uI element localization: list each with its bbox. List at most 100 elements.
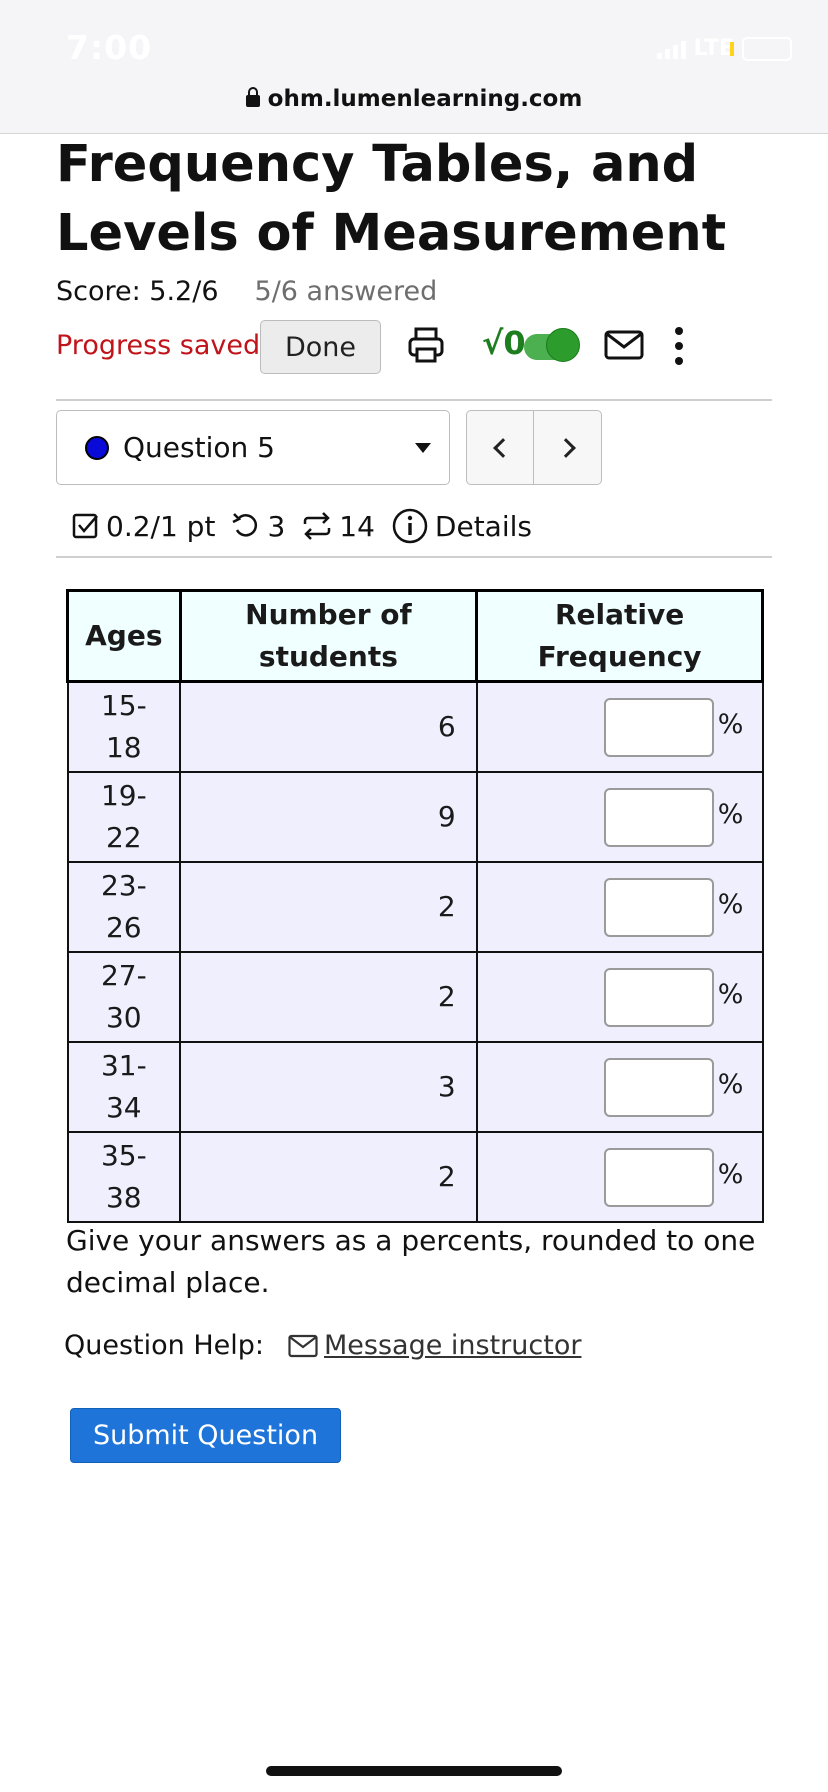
table-row: 27-30 2 %: [66, 950, 764, 1043]
age-range-cell: 31-34: [66, 1040, 182, 1133]
age-range-cell: 35-38: [66, 1130, 182, 1223]
header-relative-frequency: Relative Frequency: [475, 589, 764, 683]
student-count-cell: 9: [179, 770, 478, 863]
chevron-left-icon: [493, 437, 513, 458]
network-label: LTE: [693, 36, 734, 61]
header-ages: Ages: [66, 589, 182, 683]
question-select-label: Question 5: [123, 431, 275, 464]
percent-unit: %: [717, 798, 744, 830]
next-question-button[interactable]: [535, 411, 602, 484]
score-label: Score: 5.2/6: [56, 276, 219, 307]
question-help-label: Question Help:: [64, 1330, 264, 1361]
percent-unit: %: [717, 888, 744, 920]
info-icon: [392, 508, 428, 544]
percent-unit: %: [717, 1068, 744, 1100]
table-header-row: Ages Number of students Relative Frequen…: [66, 589, 764, 683]
age-range-cell: 19-22: [66, 770, 182, 863]
mail-icon[interactable]: [604, 330, 644, 360]
relative-frequency-input[interactable]: [603, 787, 714, 847]
points-value: 0.2/1 pt: [106, 509, 216, 543]
student-count-cell: 2: [179, 1130, 478, 1223]
table-row: 35-38 2 %: [66, 1130, 764, 1223]
more-options-icon[interactable]: [674, 326, 684, 366]
assessment-toolbar: Progress saved Done √0: [56, 320, 776, 374]
signal-icon: [656, 39, 686, 59]
relative-frequency-input[interactable]: [603, 967, 714, 1027]
attempts-repeat-icon: [304, 512, 331, 540]
student-count-cell: 2: [179, 950, 478, 1043]
previous-question-button[interactable]: [467, 411, 534, 484]
age-range-cell: 15-18: [66, 680, 182, 773]
header-relative-frequency-text: Relative Frequency: [537, 598, 702, 673]
age-range-text: 31-34: [100, 1048, 147, 1124]
message-instructor-text: Message instructor: [324, 1330, 582, 1361]
percent-unit: %: [717, 1158, 744, 1190]
table-row: 23-26 2 %: [66, 860, 764, 953]
submit-question-button[interactable]: Submit Question: [70, 1408, 341, 1463]
relative-frequency-cell: %: [475, 770, 764, 863]
age-range-cell: 23-26: [66, 860, 182, 953]
percent-unit: %: [717, 978, 744, 1010]
relative-frequency-cell: %: [475, 1040, 764, 1133]
lock-icon: [245, 87, 260, 107]
points-info: 0.2/1 pt: [72, 510, 215, 543]
details-label: Details: [434, 509, 532, 543]
math-toggle-knob[interactable]: [546, 328, 580, 362]
details-toggle[interactable]: Details: [391, 507, 532, 545]
student-count-cell: 6: [179, 680, 478, 773]
question-select[interactable]: Question 5: [56, 410, 450, 485]
status-indicators: LTE: [656, 36, 792, 61]
dropdown-caret-icon: [415, 443, 431, 453]
relative-frequency-input[interactable]: [603, 1057, 714, 1117]
student-count-cell: 2: [179, 860, 478, 953]
browser-top-bar: 7:00 LTE ohm.lumenlearning.com: [0, 0, 828, 134]
age-range-text: 23-26: [100, 868, 147, 944]
url-bar[interactable]: ohm.lumenlearning.com: [0, 86, 828, 112]
age-range-cell: 27-30: [66, 950, 182, 1043]
age-range-text: 27-30: [100, 958, 147, 1034]
percent-unit: %: [717, 709, 744, 740]
retries-info: 3: [231, 510, 285, 543]
relative-frequency-input[interactable]: [603, 698, 714, 757]
message-instructor-link[interactable]: Message instructor: [288, 1330, 581, 1361]
battery-icon: [730, 36, 792, 61]
student-count-cell: 3: [179, 1040, 478, 1133]
question-meta: 0.2/1 pt 3 14 Details: [72, 504, 548, 548]
relative-frequency-cell: %: [475, 680, 764, 773]
done-button[interactable]: Done: [260, 320, 381, 374]
attempts-info: 14: [301, 510, 375, 543]
attempts-value: 14: [339, 509, 375, 543]
table-row: 31-34 3 %: [66, 1040, 764, 1133]
divider: [56, 556, 772, 558]
mail-icon: [288, 1334, 318, 1357]
age-range-text: 15-18: [100, 688, 147, 764]
chevron-right-icon: [555, 437, 576, 458]
score-row: Score: 5.2/6 5/6 answered: [56, 276, 437, 307]
age-range-text: 19-22: [100, 778, 147, 854]
relative-frequency-cell: %: [475, 950, 764, 1043]
question-status-dot: [85, 436, 109, 460]
status-time: 7:00: [66, 28, 153, 67]
age-range-text: 35-38: [100, 1138, 147, 1214]
header-number-of-students-text: Number of students: [245, 598, 412, 673]
table-row: 15-18 6 %: [66, 680, 764, 773]
table-row: 19-22 9 %: [66, 770, 764, 863]
header-number-of-students: Number of students: [178, 589, 479, 683]
divider: [56, 399, 772, 401]
progress-saved-status: Progress saved: [56, 330, 261, 361]
url-text: ohm.lumenlearning.com: [267, 86, 583, 112]
relative-frequency-input[interactable]: [603, 877, 714, 937]
relative-frequency-cell: %: [475, 860, 764, 953]
relative-frequency-cell: %: [475, 1130, 764, 1223]
print-icon[interactable]: [406, 325, 446, 365]
question-help: Question Help: Message instructor: [64, 1330, 581, 1361]
home-indicator[interactable]: [266, 1766, 562, 1776]
checkbox-icon: [72, 513, 98, 539]
question-nav: [466, 410, 602, 485]
math-entry-icon: √0: [482, 324, 526, 362]
answered-count: 5/6 answered: [254, 276, 438, 307]
relative-frequency-input[interactable]: [603, 1147, 714, 1207]
question-instructions: Give your answers as a percents, rounded…: [66, 1224, 756, 1299]
retry-icon: [232, 513, 258, 537]
frequency-table: Ages Number of students Relative Frequen…: [66, 589, 764, 1223]
